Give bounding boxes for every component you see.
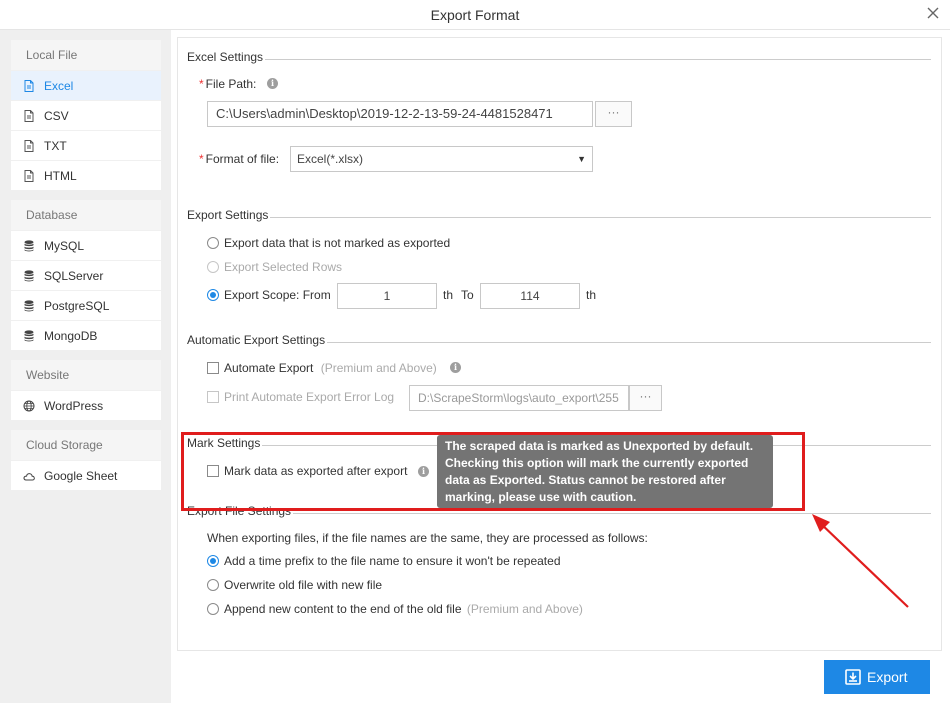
checkbox-automate-export[interactable] xyxy=(207,362,219,374)
sidebar-item-google-sheet[interactable]: Google Sheet xyxy=(11,460,161,490)
export-button[interactable]: Export xyxy=(824,660,930,694)
database-icon xyxy=(24,330,34,342)
sidebar-item-label: TXT xyxy=(44,139,67,153)
file-icon xyxy=(24,110,34,122)
scope-to-input[interactable]: 114 xyxy=(480,283,580,309)
sidebar-item-label: HTML xyxy=(44,169,77,183)
section-divider xyxy=(265,59,931,60)
required-marker: * xyxy=(199,77,204,91)
sidebar-item-label: MongoDB xyxy=(44,329,98,343)
radio-export-scope-label: Export Scope: From xyxy=(224,288,331,302)
section-divider xyxy=(327,342,931,343)
export-button-label: Export xyxy=(867,669,908,685)
database-icon xyxy=(24,270,34,282)
close-icon[interactable] xyxy=(924,4,942,22)
section-title-export-settings: Export Settings xyxy=(187,208,269,222)
sidebar-item-mysql[interactable]: MySQL xyxy=(11,230,161,260)
file-icon xyxy=(24,170,34,182)
section-title-excel-settings: Excel Settings xyxy=(187,50,264,64)
sidebar-group-heading: Website xyxy=(11,360,161,390)
database-icon xyxy=(24,240,34,252)
file-path-input[interactable]: C:\Users\admin\Desktop\2019-12-2-13-59-2… xyxy=(207,101,593,127)
sidebar-group-website: Website WordPress xyxy=(11,360,161,420)
required-marker: * xyxy=(199,152,204,166)
format-select[interactable]: Excel(*.xlsx) ▼ xyxy=(290,146,593,172)
scope-from-input[interactable]: 1 xyxy=(337,283,437,309)
export-icon xyxy=(845,669,861,685)
radio-export-selected-rows[interactable] xyxy=(207,261,219,273)
sidebar-item-label: PostgreSQL xyxy=(44,299,110,313)
sidebar-item-txt[interactable]: TXT xyxy=(11,130,161,160)
sidebar-group-database: Database MySQL SQLServer PostgreSQL Mong… xyxy=(11,200,161,350)
sidebar-item-label: MySQL xyxy=(44,239,85,253)
scope-th-label: th xyxy=(443,288,454,302)
file-icon xyxy=(24,80,34,92)
radio-export-unmarked-label: Export data that is not marked as export… xyxy=(224,236,451,250)
annotation-arrow-icon xyxy=(812,514,909,608)
automate-export-text: Automate Export xyxy=(224,361,314,375)
info-icon[interactable]: i xyxy=(267,78,278,89)
radio-export-scope[interactable] xyxy=(207,289,219,301)
scope-to-label: To xyxy=(461,288,474,302)
radio-time-prefix-label: Add a time prefix to the file name to en… xyxy=(224,554,561,568)
sidebar-group-heading: Cloud Storage xyxy=(11,430,161,460)
sidebar: Local File Excel CSV TXT HTML Database M… xyxy=(0,30,171,703)
highlight-box xyxy=(181,432,805,511)
title-bar: Export Format xyxy=(0,0,950,30)
window-title: Export Format xyxy=(430,7,520,23)
sidebar-item-excel[interactable]: Excel xyxy=(11,70,161,100)
cloud-icon xyxy=(23,473,35,481)
sidebar-item-label: WordPress xyxy=(44,399,104,413)
sidebar-group-heading: Database xyxy=(11,200,161,230)
radio-overwrite-label: Overwrite old file with new file xyxy=(224,578,383,592)
sidebar-item-label: CSV xyxy=(44,109,69,123)
format-select-value: Excel(*.xlsx) xyxy=(297,152,364,166)
info-icon[interactable]: i xyxy=(450,362,461,373)
premium-note: (Premium and Above) xyxy=(466,602,583,616)
sidebar-group-local-file: Local File Excel CSV TXT HTML xyxy=(11,40,161,190)
scope-th-label: th xyxy=(586,288,597,302)
sidebar-item-csv[interactable]: CSV xyxy=(11,100,161,130)
browse-button[interactable]: ··· xyxy=(595,101,632,127)
dropdown-arrow-icon: ▼ xyxy=(577,154,586,164)
file-path-label-text: File Path: xyxy=(205,77,257,91)
sidebar-item-label: Excel xyxy=(44,79,74,93)
sidebar-item-mongodb[interactable]: MongoDB xyxy=(11,320,161,350)
error-log-browse-button[interactable]: ··· xyxy=(629,385,662,411)
globe-icon xyxy=(23,400,35,412)
checkbox-error-log[interactable] xyxy=(207,391,219,403)
sidebar-item-html[interactable]: HTML xyxy=(11,160,161,190)
premium-note: (Premium and Above) xyxy=(320,361,437,375)
format-label: * Format of file: xyxy=(199,152,279,166)
radio-export-unmarked[interactable] xyxy=(207,237,219,249)
sidebar-item-sqlserver[interactable]: SQLServer xyxy=(11,260,161,290)
error-log-path-input[interactable]: D:\ScrapeStorm\logs\auto_export\255 xyxy=(409,385,629,411)
error-log-label: Print Automate Export Error Log xyxy=(224,390,395,404)
section-title-auto-export: Automatic Export Settings xyxy=(187,333,326,347)
file-path-label: * File Path: xyxy=(199,77,256,91)
file-icon xyxy=(24,140,34,152)
sidebar-item-postgresql[interactable]: PostgreSQL xyxy=(11,290,161,320)
automate-export-label: Automate Export (Premium and Above) xyxy=(224,361,437,375)
file-settings-intro: When exporting files, if the file names … xyxy=(207,531,648,545)
radio-overwrite[interactable] xyxy=(207,579,219,591)
radio-export-selected-rows-label: Export Selected Rows xyxy=(224,260,343,274)
format-label-text: Format of file: xyxy=(205,152,280,166)
sidebar-item-label: Google Sheet xyxy=(44,469,118,483)
section-divider xyxy=(270,217,931,218)
radio-append-label: Append new content to the end of the old… xyxy=(224,602,583,616)
database-icon xyxy=(24,300,34,312)
radio-append[interactable] xyxy=(207,603,219,615)
radio-append-text: Append new content to the end of the old… xyxy=(224,602,462,616)
sidebar-item-wordpress[interactable]: WordPress xyxy=(11,390,161,420)
radio-time-prefix[interactable] xyxy=(207,555,219,567)
sidebar-group-heading: Local File xyxy=(11,40,161,70)
sidebar-item-label: SQLServer xyxy=(44,269,104,283)
sidebar-group-cloud-storage: Cloud Storage Google Sheet xyxy=(11,430,161,490)
